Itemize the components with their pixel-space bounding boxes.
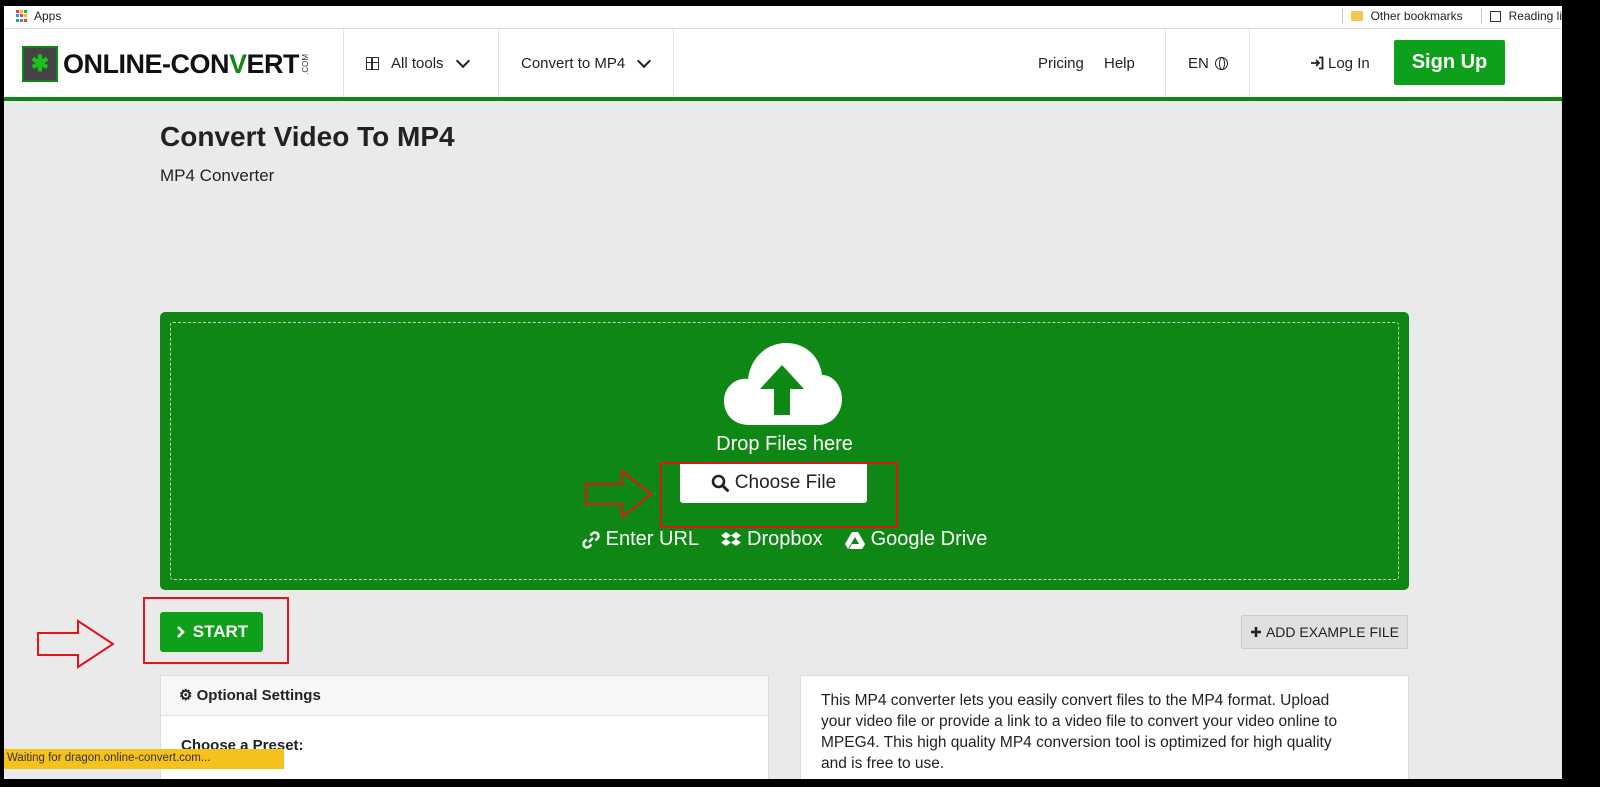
status-bar: Waiting for dragon.online-convert.com... [4,749,284,769]
optional-settings-header[interactable]: ⚙ Optional Settings [161,676,768,716]
logo-text-end: ERT [246,48,300,79]
optional-settings-title: Optional Settings [196,687,321,704]
enter-url-link[interactable]: Enter URL [581,528,700,551]
bookmark-separator [1341,9,1343,23]
site-logo[interactable]: ✱ ONLINE-CONVERT .COM [22,46,310,82]
enter-url-label: Enter URL [605,528,700,550]
dropbox-link[interactable]: Dropbox [721,528,823,551]
convert-to-menu[interactable]: Convert to MP4 [498,29,674,97]
all-tools-label: All tools [391,54,444,72]
description-panel: This MP4 converter lets you easily conve… [800,675,1409,779]
browser-viewport: Apps Other bookmarks Reading li ✱ ONLINE… [4,6,1562,779]
chevron-right-icon [176,626,185,638]
add-example-label: ADD EXAMPLE FILE [1265,624,1400,640]
site-header: ✱ ONLINE-CONVERT .COM All tools Convert … [4,29,1562,101]
cloud-upload-icon [724,343,842,425]
logo-com: .COM [301,53,311,75]
logo-figure-icon: ✱ [22,46,58,82]
all-tools-menu[interactable]: All tools [343,29,498,97]
plus-icon [1250,627,1261,637]
link-icon [581,530,600,549]
start-label: START [192,622,249,641]
globe-icon [1214,56,1228,70]
converter-description: This MP4 converter lets you easily conve… [821,692,1338,772]
bookmarks-bar: Apps Other bookmarks Reading li [4,6,1562,29]
bookmark-separator [1480,9,1482,23]
pricing-label: Pricing [1038,54,1084,72]
reading-list-icon [1489,10,1501,22]
annotation-box-choose [660,462,898,528]
gear-icon: ⚙ [179,687,193,704]
upload-sources: Enter URL Dropbox Google Drive [160,528,1409,551]
start-button[interactable]: START [160,612,263,652]
language-label: EN [1188,54,1209,72]
dropbox-label: Dropbox [747,528,823,550]
logo-text: ONLINE-CON [63,48,230,79]
sign-up-button[interactable]: Sign Up [1394,40,1505,85]
convert-to-label: Convert to MP4 [521,54,626,72]
apps-bookmark[interactable]: Apps [16,9,61,23]
grid-icon [366,56,379,70]
pricing-link[interactable]: Pricing [1038,29,1084,97]
chevron-down-icon [455,53,470,68]
add-example-file-button[interactable]: ADD EXAMPLE FILE [1241,615,1408,649]
page-title: Convert Video To MP4 [160,121,455,152]
apps-label: Apps [34,9,62,23]
annotation-arrow-icon [37,619,115,669]
folder-icon [1350,11,1363,21]
annotation-arrow-icon [585,468,653,520]
page-subtitle: MP4 Converter [160,166,275,185]
drop-files-text: Drop Files here [716,433,853,455]
other-bookmarks[interactable]: Other bookmarks [1371,9,1463,23]
chevron-down-icon [637,53,652,68]
google-drive-link[interactable]: Google Drive [844,528,988,551]
file-drop-zone[interactable]: Drop Files here Choose File Enter URL Dr… [160,312,1409,590]
help-label: Help [1104,54,1135,72]
language-selector[interactable]: EN [1165,29,1250,97]
logo-text-accent: V [229,48,247,79]
google-drive-icon [844,531,865,549]
dropbox-icon [721,531,742,546]
help-link[interactable]: Help [1104,29,1135,97]
reading-list[interactable]: Reading li [1509,9,1562,23]
sign-in-icon [1311,56,1324,70]
login-label: Log In [1328,54,1370,72]
apps-grid-icon [16,10,28,22]
google-drive-label: Google Drive [870,528,988,550]
login-link[interactable]: Log In [1310,29,1370,97]
